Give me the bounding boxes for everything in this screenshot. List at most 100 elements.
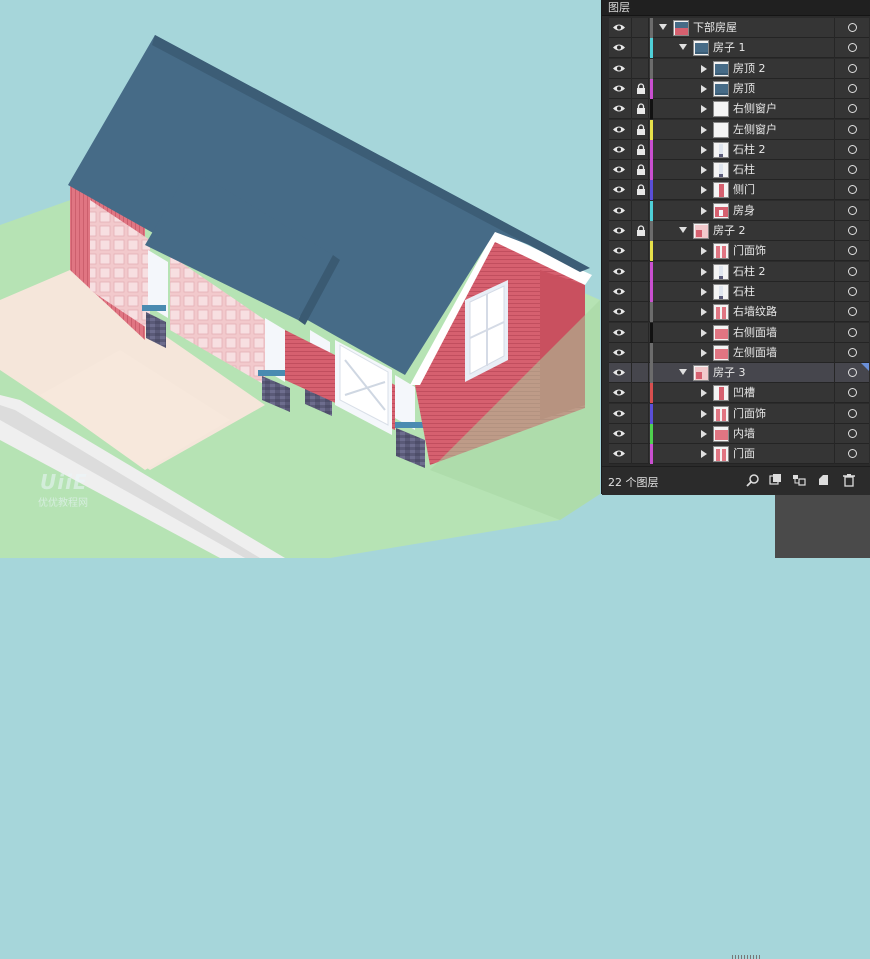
lock-toggle[interactable] <box>631 58 649 79</box>
visibility-eye-icon[interactable] <box>609 404 629 424</box>
lock-toggle[interactable] <box>631 160 649 181</box>
lock-toggle[interactable] <box>631 342 649 363</box>
target-circle-icon[interactable] <box>834 180 869 201</box>
layer-name[interactable]: 石柱 <box>733 282 755 302</box>
layer-name[interactable]: 石柱 <box>733 160 755 180</box>
layer-row[interactable]: 房身 <box>609 200 869 221</box>
expand-triangle-icon[interactable] <box>701 287 707 296</box>
lock-toggle[interactable] <box>631 261 649 282</box>
expand-triangle-icon[interactable] <box>701 430 707 438</box>
lock-toggle[interactable] <box>631 78 649 99</box>
layer-name[interactable]: 房身 <box>733 201 755 221</box>
layer-row[interactable]: 内墙 <box>609 424 869 444</box>
layer-row[interactable]: 房子 1 <box>609 38 869 59</box>
visibility-eye-icon[interactable] <box>609 38 629 58</box>
lock-toggle[interactable] <box>631 18 649 38</box>
target-circle-icon[interactable] <box>834 160 869 181</box>
panel-resize-grip[interactable] <box>732 955 762 959</box>
layer-name[interactable]: 房顶 <box>733 79 755 99</box>
target-circle-icon[interactable] <box>834 403 869 424</box>
visibility-eye-icon[interactable] <box>609 59 629 79</box>
lock-toggle[interactable] <box>631 383 649 404</box>
layer-row[interactable]: 左侧面墙 <box>609 342 869 363</box>
make-clipping-mask-icon[interactable] <box>768 473 782 487</box>
lock-toggle[interactable] <box>631 221 649 241</box>
collapse-triangle-icon[interactable] <box>679 44 687 51</box>
visibility-eye-icon[interactable] <box>609 363 629 383</box>
target-circle-icon[interactable] <box>834 99 869 120</box>
visibility-eye-icon[interactable] <box>609 18 629 38</box>
expand-triangle-icon[interactable] <box>701 166 707 175</box>
visibility-eye-icon[interactable] <box>609 99 629 119</box>
layer-name[interactable]: 内墙 <box>733 424 755 444</box>
layer-name[interactable]: 右侧窗户 <box>733 99 777 119</box>
lock-toggle[interactable] <box>631 322 649 343</box>
collapse-triangle-icon[interactable] <box>679 369 687 376</box>
layer-name[interactable]: 右墙纹路 <box>733 302 777 322</box>
expand-triangle-icon[interactable] <box>701 328 707 337</box>
create-sublayer-icon[interactable] <box>792 473 806 487</box>
layer-row[interactable]: 房子 3 <box>609 363 869 384</box>
layer-row[interactable]: 侧门 <box>609 180 869 201</box>
lock-toggle[interactable] <box>631 99 649 120</box>
expand-triangle-icon[interactable] <box>701 348 707 357</box>
target-circle-icon[interactable] <box>834 424 869 444</box>
collapse-triangle-icon[interactable] <box>679 227 687 233</box>
layer-name[interactable]: 门面饰 <box>733 241 766 261</box>
expand-triangle-icon[interactable] <box>701 105 707 114</box>
layer-row[interactable]: 门面 <box>609 444 869 465</box>
lock-toggle[interactable] <box>631 302 649 323</box>
lock-toggle[interactable] <box>631 281 649 302</box>
visibility-eye-icon[interactable] <box>609 343 629 363</box>
visibility-eye-icon[interactable] <box>609 120 629 140</box>
target-circle-icon[interactable] <box>834 78 869 99</box>
layer-row[interactable]: 右侧面墙 <box>609 322 869 343</box>
new-layer-icon[interactable] <box>816 473 830 487</box>
layer-row[interactable]: 石柱 2 <box>609 261 869 282</box>
delete-icon[interactable] <box>842 473 856 487</box>
target-circle-icon[interactable] <box>834 241 869 262</box>
layer-row[interactable]: 房子 2 <box>609 221 869 241</box>
expand-triangle-icon[interactable] <box>701 125 707 134</box>
target-circle-icon[interactable] <box>834 444 869 465</box>
target-circle-icon[interactable] <box>834 200 869 221</box>
layer-row[interactable]: 右墙纹路 <box>609 302 869 323</box>
target-circle-icon[interactable] <box>834 383 869 404</box>
visibility-eye-icon[interactable] <box>609 79 629 99</box>
target-circle-icon[interactable] <box>834 281 869 302</box>
layer-name[interactable]: 门面 <box>733 444 755 464</box>
layer-row[interactable]: 左侧窗户 <box>609 119 869 140</box>
layer-name[interactable]: 门面饰 <box>733 404 766 424</box>
tab-layers[interactable]: 图层 <box>608 0 630 15</box>
layer-row[interactable]: 下部房屋 <box>609 18 869 38</box>
layer-name[interactable]: 房子 2 <box>713 221 746 241</box>
lock-toggle[interactable] <box>631 200 649 221</box>
search-icon[interactable] <box>746 473 760 487</box>
lock-toggle[interactable] <box>631 119 649 140</box>
layer-name[interactable]: 房顶 2 <box>733 59 766 79</box>
target-circle-icon[interactable] <box>834 119 869 140</box>
visibility-eye-icon[interactable] <box>609 180 629 200</box>
layer-name[interactable]: 石柱 2 <box>733 140 766 160</box>
layer-name[interactable]: 左侧窗户 <box>733 120 777 140</box>
target-circle-icon[interactable] <box>834 221 869 241</box>
lock-toggle[interactable] <box>631 241 649 262</box>
lock-toggle[interactable] <box>631 180 649 201</box>
layer-name[interactable]: 凹槽 <box>733 383 755 403</box>
visibility-eye-icon[interactable] <box>609 282 629 302</box>
visibility-eye-icon[interactable] <box>609 323 629 343</box>
layer-name[interactable]: 石柱 2 <box>733 262 766 282</box>
layer-name[interactable]: 右侧面墙 <box>733 323 777 343</box>
layer-row[interactable]: 门面饰 <box>609 403 869 424</box>
lock-toggle[interactable] <box>631 38 649 59</box>
lock-toggle[interactable] <box>631 424 649 444</box>
target-circle-icon[interactable] <box>834 261 869 282</box>
visibility-eye-icon[interactable] <box>609 383 629 403</box>
expand-triangle-icon[interactable] <box>701 308 707 317</box>
visibility-eye-icon[interactable] <box>609 140 629 160</box>
layer-row[interactable]: 房顶 2 <box>609 58 869 79</box>
layer-row[interactable]: 门面饰 <box>609 241 869 262</box>
layer-row[interactable]: 石柱 2 <box>609 139 869 160</box>
expand-triangle-icon[interactable] <box>701 145 707 154</box>
visibility-eye-icon[interactable] <box>609 201 629 221</box>
